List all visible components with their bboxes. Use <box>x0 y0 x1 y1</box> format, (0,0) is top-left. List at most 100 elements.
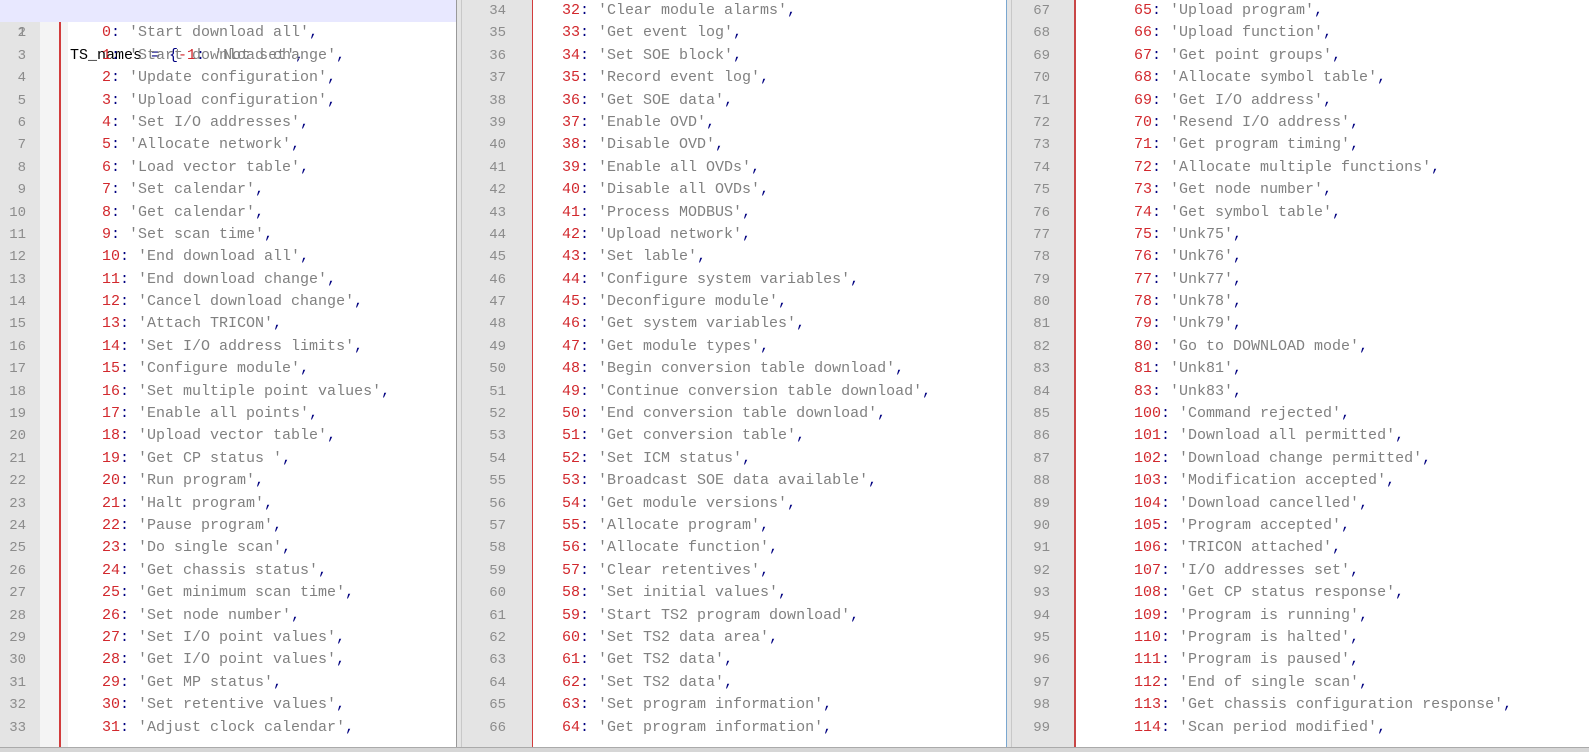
code-line[interactable]: 84 83: 'Unk83', <box>1012 381 1589 403</box>
code-line[interactable]: 21 19: 'Get CP status ', <box>0 448 456 470</box>
code-line[interactable]: 75 73: 'Get node number', <box>1012 179 1589 201</box>
code-line[interactable]: 52 50: 'End conversion table download', <box>462 403 1007 425</box>
code-line[interactable]: 29 27: 'Set I/O point values', <box>0 627 456 649</box>
code-line[interactable]: 81 79: 'Unk79', <box>1012 313 1589 335</box>
code-line[interactable]: 95 110: 'Program is halted', <box>1012 627 1589 649</box>
code-line[interactable]: 38 36: 'Get SOE data', <box>462 90 1007 112</box>
editor-pane-middle[interactable]: 34 32: 'Clear module alarms', 35 33: 'Get e… <box>462 0 1007 752</box>
code-line[interactable]: 42 40: 'Disable all OVDs', <box>462 179 1007 201</box>
code-line[interactable]: 62 60: 'Set TS2 data area', <box>462 627 1007 649</box>
code-line[interactable]: 96 111: 'Program is paused', <box>1012 649 1589 671</box>
code-line[interactable]: 57 55: 'Allocate program', <box>462 515 1007 537</box>
code-line[interactable]: 70 68: 'Allocate symbol table', <box>1012 67 1589 89</box>
code-line[interactable]: 98 113: 'Get chassis configuration respon… <box>1012 694 1589 716</box>
code-line[interactable]: 77 75: 'Unk75', <box>1012 224 1589 246</box>
code-line[interactable]: 12 10: 'End download all', <box>0 246 456 268</box>
code-line[interactable]: 7 5: 'Allocate network', <box>0 134 456 156</box>
code-line[interactable]: 19 17: 'Enable all points', <box>0 403 456 425</box>
code-line-current[interactable]: 1 TS_names = {-1: 'Not set', <box>0 0 456 64</box>
code-line[interactable]: 44 42: 'Upload network', <box>462 224 1007 246</box>
code-line[interactable]: 37 35: 'Record event log', <box>462 67 1007 89</box>
horizontal-scrollbar[interactable] <box>0 747 1589 752</box>
editor-pane-right[interactable]: 67 65: 'Upload program', 68 66: 'Upload fun… <box>1012 0 1589 752</box>
code-lines[interactable]: 34 32: 'Clear module alarms', 35 33: 'Get e… <box>462 0 1007 739</box>
code-line[interactable]: 20 18: 'Upload vector table', <box>0 425 456 447</box>
code-line[interactable]: 45 43: 'Set lable', <box>462 246 1007 268</box>
code-line[interactable]: 56 54: 'Get module versions', <box>462 493 1007 515</box>
code-line[interactable]: 92 107: 'I/O addresses set', <box>1012 560 1589 582</box>
code-line[interactable]: 60 58: 'Set initial values', <box>462 582 1007 604</box>
code-line[interactable]: 41 39: 'Enable all OVDs', <box>462 157 1007 179</box>
code-line[interactable]: 71 69: 'Get I/O address', <box>1012 90 1589 112</box>
code-line[interactable]: 50 48: 'Begin conversion table download', <box>462 358 1007 380</box>
code-line[interactable]: 11 9: 'Set scan time', <box>0 224 456 246</box>
code-line[interactable]: 80 78: 'Unk78', <box>1012 291 1589 313</box>
code-line[interactable]: 3 1: 'Start download change', <box>0 45 456 67</box>
code-line[interactable]: 93 108: 'Get CP status response', <box>1012 582 1589 604</box>
code-line[interactable]: 46 44: 'Configure system variables', <box>462 269 1007 291</box>
code-line[interactable]: 23 21: 'Halt program', <box>0 493 456 515</box>
code-line[interactable]: 8 6: 'Load vector table', <box>0 157 456 179</box>
code-line[interactable]: 91 106: 'TRICON attached', <box>1012 537 1589 559</box>
code-line[interactable]: 99 114: 'Scan period modified', <box>1012 717 1589 739</box>
code-line[interactable]: 85 100: 'Command rejected', <box>1012 403 1589 425</box>
code-line[interactable]: 6 4: 'Set I/O addresses', <box>0 112 456 134</box>
code-line[interactable]: 43 41: 'Process MODBUS', <box>462 202 1007 224</box>
code-line[interactable]: 87 102: 'Download change permitted', <box>1012 448 1589 470</box>
code-line[interactable]: 4 2: 'Update configuration', <box>0 67 456 89</box>
code-line[interactable]: 94 109: 'Program is running', <box>1012 605 1589 627</box>
code-line[interactable]: 17 15: 'Configure module', <box>0 358 456 380</box>
code-line[interactable]: 15 13: 'Attach TRICON', <box>0 313 456 335</box>
code-line[interactable]: 24 22: 'Pause program', <box>0 515 456 537</box>
code-line[interactable]: 39 37: 'Enable OVD', <box>462 112 1007 134</box>
code-line[interactable]: 34 32: 'Clear module alarms', <box>462 0 1007 22</box>
code-line[interactable]: 40 38: 'Disable OVD', <box>462 134 1007 156</box>
code-line[interactable]: 48 46: 'Get system variables', <box>462 313 1007 335</box>
code-line[interactable]: 28 26: 'Set node number', <box>0 605 456 627</box>
code-line[interactable]: 31 29: 'Get MP status', <box>0 672 456 694</box>
code-line[interactable]: 30 28: 'Get I/O point values', <box>0 649 456 671</box>
code-line[interactable]: 78 76: 'Unk76', <box>1012 246 1589 268</box>
code-line[interactable]: 83 81: 'Unk81', <box>1012 358 1589 380</box>
code-line[interactable]: 89 104: 'Download cancelled', <box>1012 493 1589 515</box>
code-line[interactable]: 86 101: 'Download all permitted', <box>1012 425 1589 447</box>
code-line[interactable]: 66 64: 'Get program information', <box>462 717 1007 739</box>
code-line[interactable]: 13 11: 'End download change', <box>0 269 456 291</box>
code-line[interactable]: 27 25: 'Get minimum scan time', <box>0 582 456 604</box>
code-line[interactable]: 67 65: 'Upload program', <box>1012 0 1589 22</box>
code-line[interactable]: 25 23: 'Do single scan', <box>0 537 456 559</box>
code-line[interactable]: 32 30: 'Set retentive values', <box>0 694 456 716</box>
code-line[interactable]: 68 66: 'Upload function', <box>1012 22 1589 44</box>
code-line[interactable]: 10 8: 'Get calendar', <box>0 202 456 224</box>
code-line[interactable]: 88 103: 'Modification accepted', <box>1012 470 1589 492</box>
code-line[interactable]: 51 49: 'Continue conversion table downloa… <box>462 381 1007 403</box>
code-line[interactable]: 35 33: 'Get event log', <box>462 22 1007 44</box>
code-line[interactable]: 53 51: 'Get conversion table', <box>462 425 1007 447</box>
code-line[interactable]: 49 47: 'Get module types', <box>462 336 1007 358</box>
code-line[interactable]: 69 67: 'Get point groups', <box>1012 45 1589 67</box>
code-line[interactable]: 47 45: 'Deconfigure module', <box>462 291 1007 313</box>
code-lines[interactable]: 67 65: 'Upload program', 68 66: 'Upload fun… <box>1012 0 1589 739</box>
code-line[interactable]: 64 62: 'Set TS2 data', <box>462 672 1007 694</box>
code-line[interactable]: 9 7: 'Set calendar', <box>0 179 456 201</box>
code-line[interactable]: 14 12: 'Cancel download change', <box>0 291 456 313</box>
code-line[interactable]: 58 56: 'Allocate function', <box>462 537 1007 559</box>
code-line[interactable]: 2 0: 'Start download all', <box>0 22 456 44</box>
code-line[interactable]: 18 16: 'Set multiple point values', <box>0 381 456 403</box>
code-lines[interactable]: 1 TS_names = {-1: 'Not set', 2 0: 'Start … <box>0 0 456 739</box>
editor-pane-left[interactable]: 1 TS_names = {-1: 'Not set', 2 0: 'Start … <box>0 0 456 752</box>
code-line[interactable]: 90 105: 'Program accepted', <box>1012 515 1589 537</box>
code-line[interactable]: 73 71: 'Get program timing', <box>1012 134 1589 156</box>
code-line[interactable]: 82 80: 'Go to DOWNLOAD mode', <box>1012 336 1589 358</box>
code-line[interactable]: 65 63: 'Set program information', <box>462 694 1007 716</box>
code-line[interactable]: 5 3: 'Upload configuration', <box>0 90 456 112</box>
code-line[interactable]: 36 34: 'Set SOE block', <box>462 45 1007 67</box>
code-line[interactable]: 55 53: 'Broadcast SOE data available', <box>462 470 1007 492</box>
code-line[interactable]: 79 77: 'Unk77', <box>1012 269 1589 291</box>
code-line[interactable]: 74 72: 'Allocate multiple functions', <box>1012 157 1589 179</box>
code-line[interactable]: 26 24: 'Get chassis status', <box>0 560 456 582</box>
code-line[interactable]: 63 61: 'Get TS2 data', <box>462 649 1007 671</box>
code-line[interactable]: 76 74: 'Get symbol table', <box>1012 202 1589 224</box>
code-line[interactable]: 54 52: 'Set ICM status', <box>462 448 1007 470</box>
code-line[interactable]: 59 57: 'Clear retentives', <box>462 560 1007 582</box>
